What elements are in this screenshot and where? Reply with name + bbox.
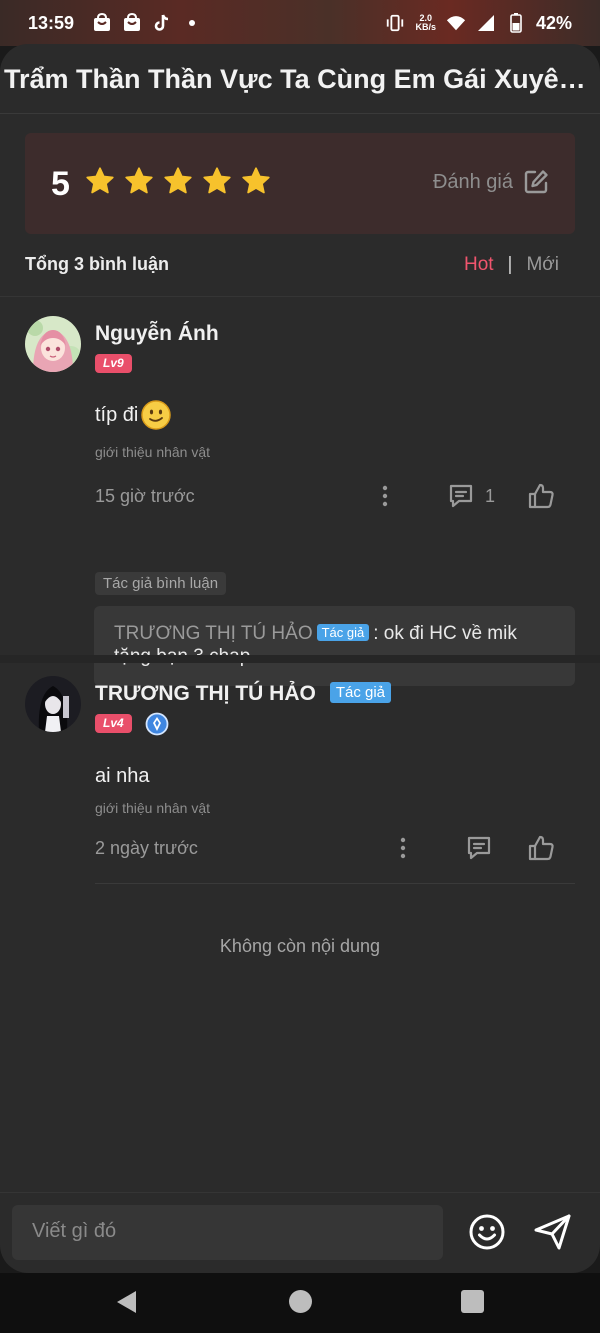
comment-count: Tổng 3 bình luận [25,254,169,274]
shopping-bag-icon [122,13,142,33]
vibrate-icon [385,13,405,33]
star-icon [125,167,153,194]
divider [0,113,600,114]
divider [0,655,600,663]
back-icon[interactable] [114,1289,140,1315]
reply-button[interactable]: 1 [447,482,495,510]
author-tag: Tác giả [316,624,370,641]
rate-button-label: Đánh giá [432,170,513,193]
sort-tabs: Hot | Mới [464,254,559,276]
reply-button[interactable] [465,834,493,862]
star-icon [86,167,114,194]
comment-subtitle: giới thiệu nhân vật [95,444,211,460]
star-icon [203,167,231,194]
tab-hot[interactable]: Hot [464,254,494,276]
comment-subtitle: giới thiệu nhân vật [95,800,211,816]
edit-icon [524,170,548,194]
commenter-name[interactable]: TRƯƠNG THỊ TÚ HẢO Tác giả [95,682,392,706]
navigation-bar [0,1273,600,1333]
level-badge: Lv4 [95,714,132,733]
author-comment-label: Tác giả bình luận [95,572,227,595]
star-icon [242,167,270,194]
verified-badge-icon [145,712,169,736]
dot-icon [182,13,202,33]
comment-text: típ đi [95,399,172,431]
avatar[interactable] [25,676,81,732]
signal-icon [476,13,496,33]
page-title: Trẩm Thần Thần Vực Ta Cùng Em Gái Xuyên … [4,64,600,94]
author-tag: Tác giả [329,682,392,703]
comment-text: ai nha [95,765,150,787]
rating-summary: 5 Đánh giá [25,133,575,234]
comment-time: 2 ngày trước [95,838,198,858]
tiktok-icon [152,13,172,33]
star-icon [164,167,192,194]
divider [95,883,575,884]
reply-author-name: TRƯƠNG THỊ TÚ HẢO [114,623,313,644]
network-speed: 2.0 KB/s [415,13,436,32]
app-screen: 13:59 2.0 KB/s 42% Trẩm Thần Thần Vực Ta… [0,0,600,1333]
rate-button[interactable]: Đánh giá [433,169,549,195]
end-of-content: Không còn nội dung [219,936,381,956]
send-icon[interactable] [533,1213,573,1251]
shopping-bag-icon [92,13,112,33]
smiley-emoji-icon [141,400,172,430]
author-reply[interactable]: TRƯƠNG THỊ TÚ HẢO Tác giả: ok đi HC về mi… [94,606,575,686]
star-rating [85,166,271,196]
comments-header: Tổng 3 bình luận Hot | Mới [25,254,575,278]
rating-score: 5 [51,165,70,203]
level-badge: Lv9 [95,354,132,373]
comment-icon [449,484,473,508]
status-bar: 13:59 2.0 KB/s 42% [0,0,600,46]
emoji-icon[interactable] [468,1213,506,1251]
more-icon[interactable] [396,836,410,860]
reply-count: 1 [485,485,496,506]
battery-percent: 42% [535,12,572,33]
like-icon[interactable] [527,482,555,510]
tab-new[interactable]: Mới [526,254,559,276]
like-icon[interactable] [527,834,555,862]
wifi-icon [446,13,466,33]
divider [0,296,600,297]
comment-text-content: típ đi [95,403,139,426]
comment-time: 15 giờ trước [95,486,195,506]
battery-icon [506,13,526,33]
status-time: 13:59 [28,12,75,33]
avatar[interactable] [25,316,81,372]
recent-apps-icon[interactable] [461,1290,484,1313]
home-icon[interactable] [289,1290,312,1313]
comment-input-bar: Viết gì đó [0,1192,600,1273]
comment-icon [467,836,491,860]
comment-input[interactable]: Viết gì đó [12,1205,443,1260]
commenter-name[interactable]: Nguyễn Ánh [95,322,219,346]
comments-sheet: Trẩm Thần Thần Vực Ta Cùng Em Gái Xuyên … [0,44,600,1273]
tab-separator: | [507,254,513,275]
more-icon[interactable] [378,484,392,508]
commenter-name-text: TRƯƠNG THỊ TÚ HẢO [95,682,316,705]
